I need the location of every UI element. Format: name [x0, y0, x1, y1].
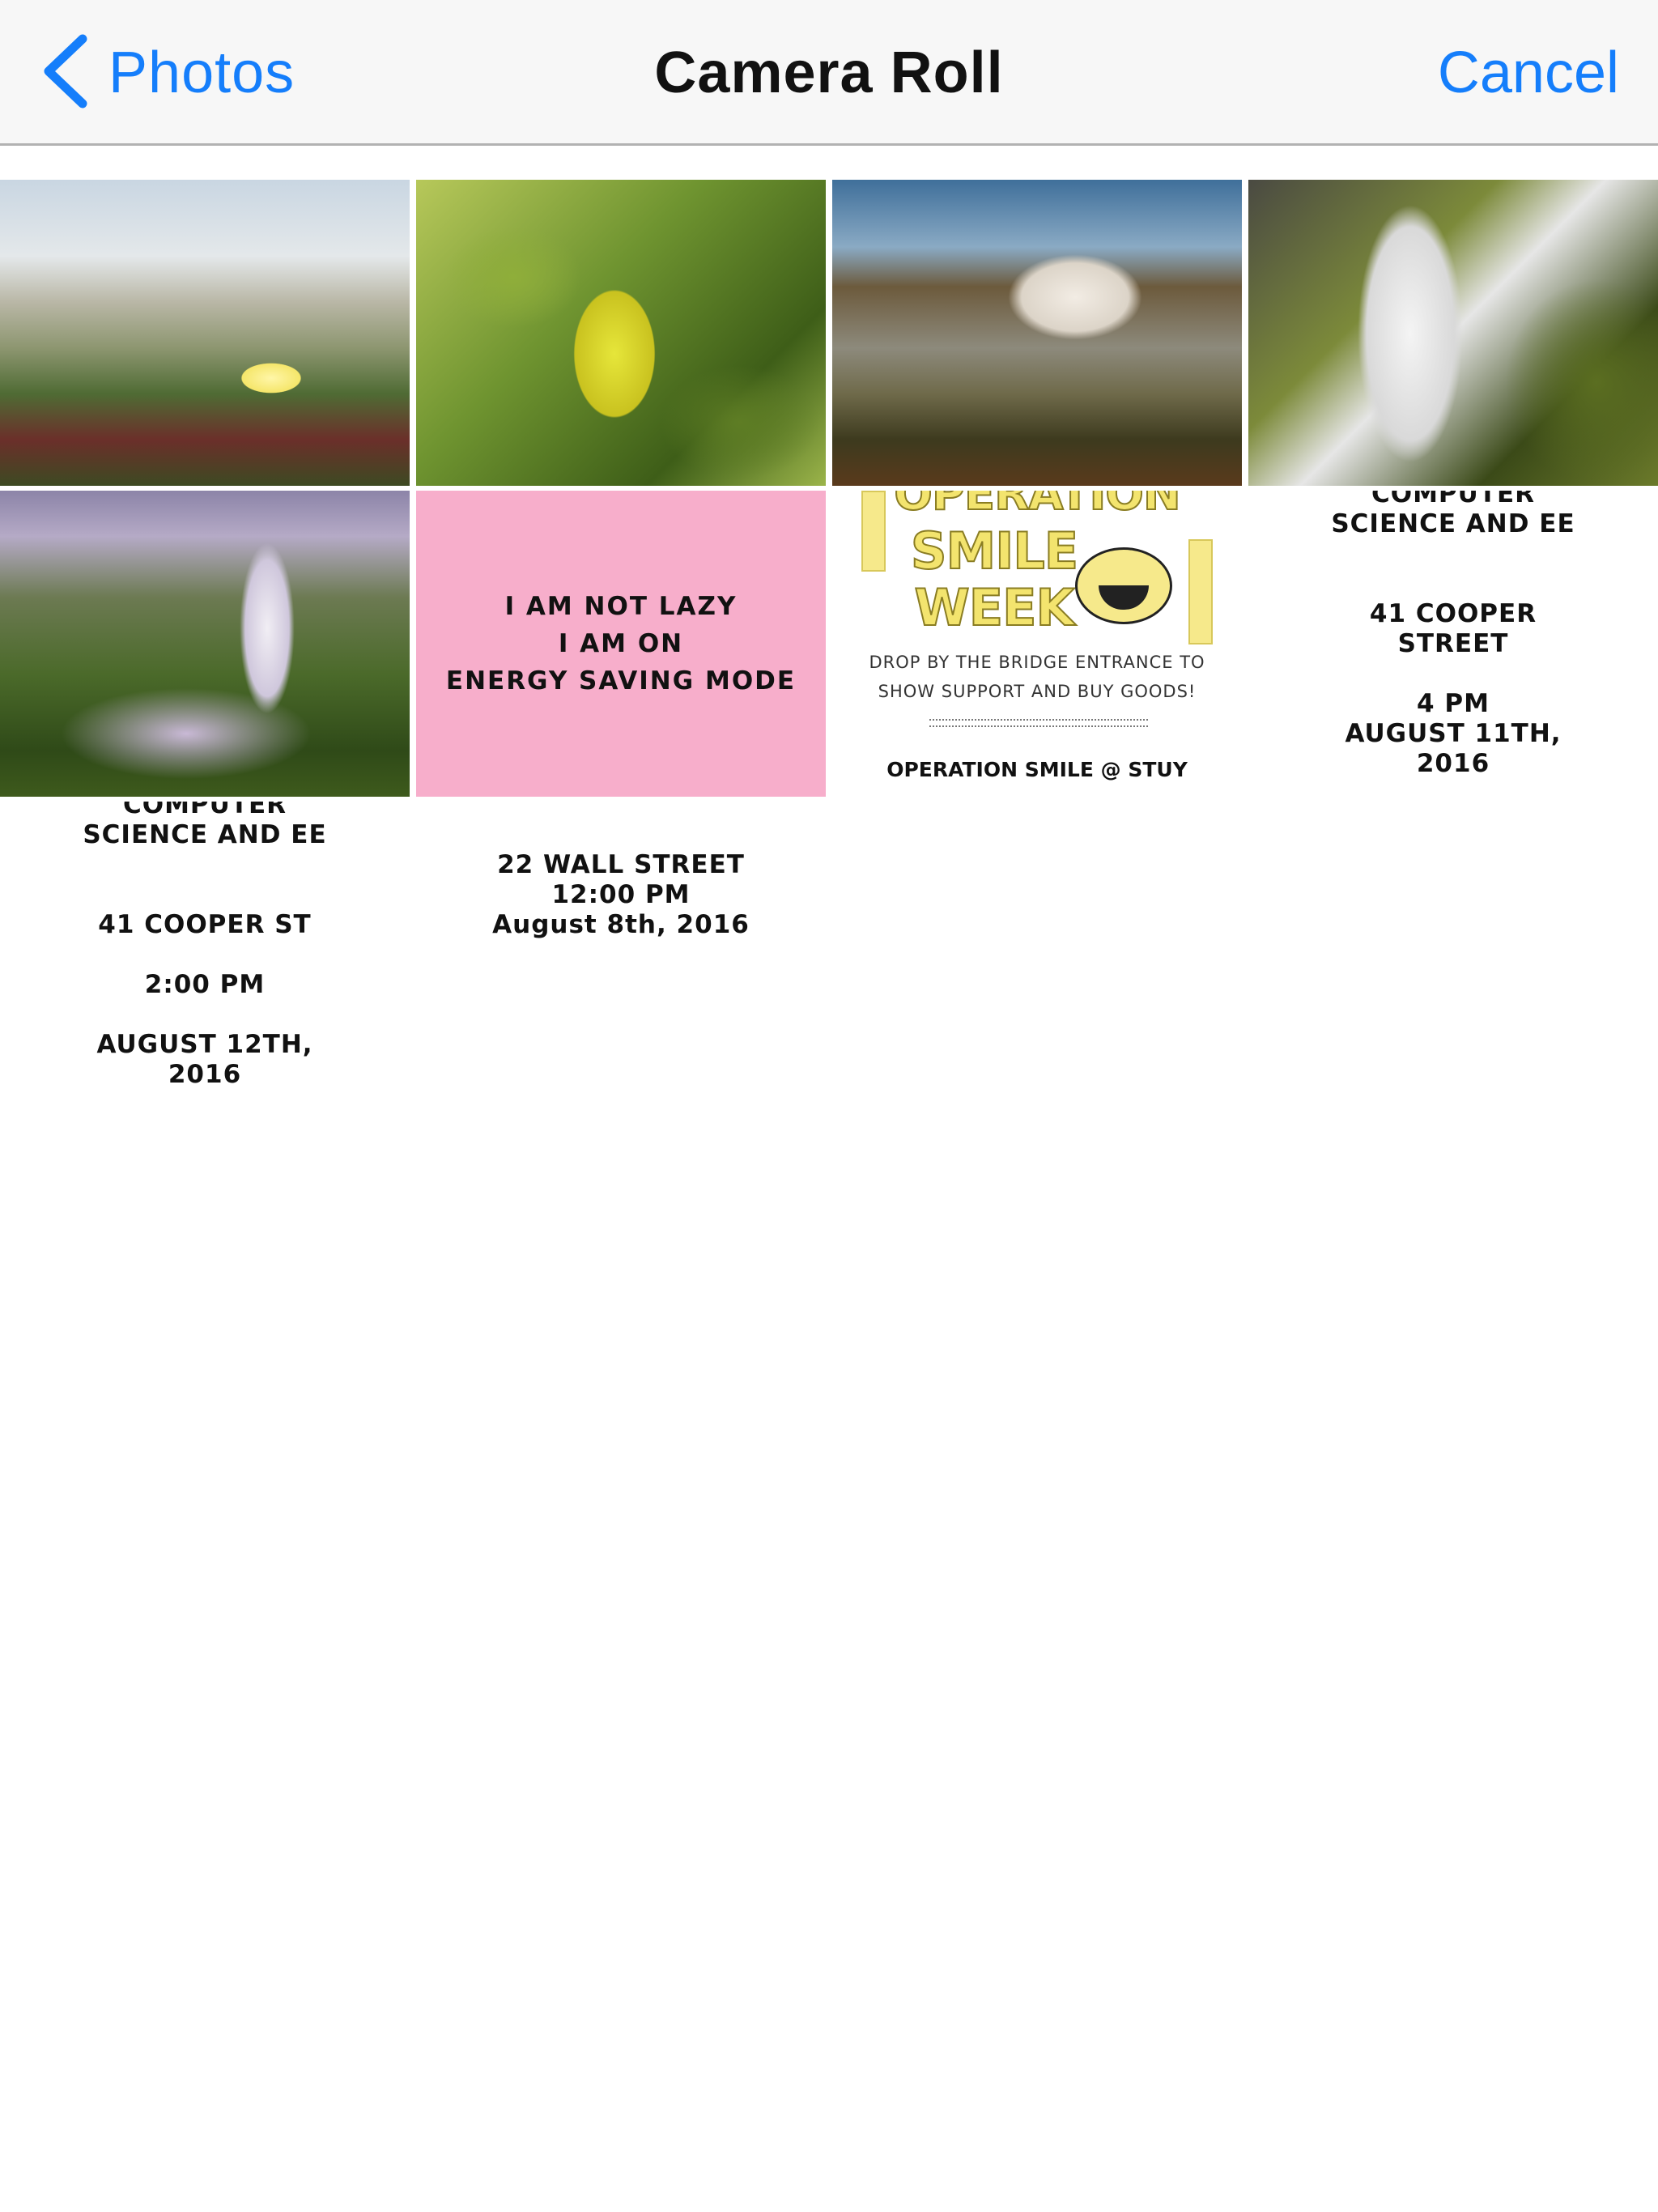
pink-card-line-1: I AM NOT LAZY	[504, 592, 738, 621]
navigation-bar: Photos Camera Roll Cancel	[0, 0, 1658, 146]
event-aug12-line-6: 2016	[168, 1060, 242, 1089]
photo-thumbnail-dunes-flower[interactable]	[0, 180, 410, 486]
event-aug11-line-2: SCIENCE AND EE	[1331, 509, 1575, 538]
event-aug8-line-3: August 8th, 2016	[492, 910, 750, 939]
photo-thumbnail-waterfall-cliff[interactable]	[832, 180, 1242, 486]
photo-thumbnail-energy-saving[interactable]: I AM NOT LAZY I AM ON ENERGY SAVING MODE	[416, 491, 826, 797]
photo-thumbnail-event-aug8[interactable]: 22 WALL STREET 12:00 PM August 8th, 2016	[416, 802, 826, 1108]
pink-card-line-3: ENERGY SAVING MODE	[445, 666, 797, 696]
photo-thumbnail-event-aug12[interactable]: COMPUTER SCIENCE AND EE 41 COOPER ST 2:0…	[0, 802, 410, 1108]
poster-right-bar	[1188, 539, 1213, 644]
poster-title-line-1: OPERATION	[893, 491, 1182, 521]
smiley-face-icon	[1075, 547, 1172, 624]
event-aug8-line-1: 22 WALL STREET	[497, 850, 745, 879]
event-aug8-line-2: 12:00 PM	[551, 880, 691, 909]
event-aug12-line-3: 41 COOPER ST	[98, 910, 312, 939]
photo-thumbnail-waterfall-mist[interactable]	[0, 491, 410, 797]
poster-text-line-4: DROP BY THE BRIDGE ENTRANCE TO	[869, 653, 1205, 672]
event-aug11-line-7: 2016	[1416, 749, 1490, 778]
photo-thumbnail-operation-smile[interactable]: OPERATION SMILE WEEK DROP BY THE BRIDGE …	[832, 491, 1242, 797]
event-aug12-line-5: AUGUST 12TH,	[96, 1030, 313, 1059]
photo-thumbnail-event-aug11[interactable]: COMPUTER SCIENCE AND EE 41 COOPER STREET…	[1248, 491, 1658, 797]
poster-text-line-5: SHOW SUPPORT AND BUY GOODS!	[878, 682, 1197, 701]
poster-text-line-6: OPERATION SMILE @ STUY	[886, 758, 1188, 781]
event-aug12-line-2: SCIENCE AND EE	[83, 820, 327, 849]
photo-thumbnail-leaves[interactable]	[416, 180, 826, 486]
photo-thumbnail-waterfall-rocks[interactable]	[1248, 180, 1658, 486]
cancel-button[interactable]: Cancel	[1438, 32, 1619, 113]
event-aug11-line-6: AUGUST 11TH,	[1345, 719, 1562, 748]
event-aug12-line-4: 2:00 PM	[144, 970, 266, 999]
event-aug11-line-3: 41 COOPER	[1369, 599, 1537, 628]
page-title: Camera Roll	[654, 40, 1004, 105]
event-aug11-line-1: COMPUTER	[1371, 491, 1536, 508]
event-aug12-line-1: COMPUTER	[122, 802, 287, 819]
event-aug11-line-4: STREET	[1397, 629, 1509, 658]
event-aug11-line-5: 4 PM	[1417, 689, 1490, 718]
pink-card-line-2: I AM ON	[558, 629, 684, 658]
poster-fine-print	[929, 719, 1148, 727]
